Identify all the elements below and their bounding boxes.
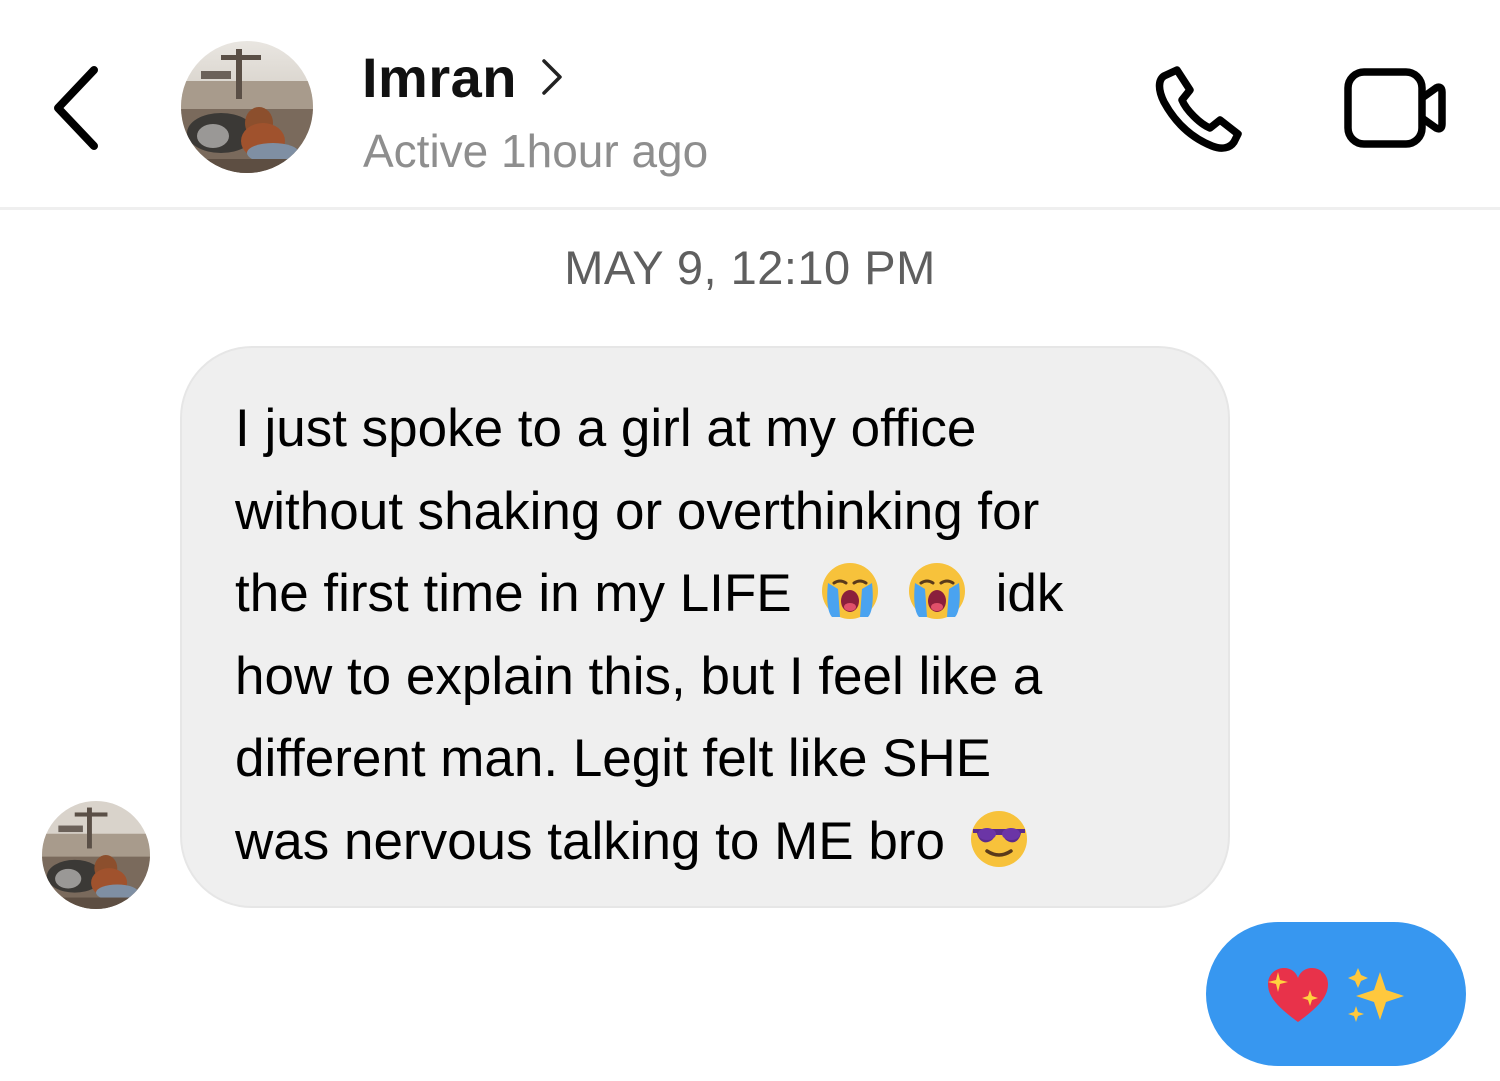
dm-conversation-screen: Imran Active 1hour ago MAY 9, 12:10 PM I… <box>0 0 1500 1081</box>
message-line: was nervous talking to ME bro <box>235 801 1215 884</box>
message-line-text: idk <box>995 564 1064 623</box>
message-line: how to explain this, but I feel like a <box>235 646 1043 706</box>
active-status: Active 1hour ago <box>363 125 709 177</box>
message-text: I just spoke to a girl at my office with… <box>235 388 1215 883</box>
smiling-face-with-sunglasses-icon <box>970 810 1027 867</box>
loudly-crying-face-icon <box>821 563 878 619</box>
video-camera-icon <box>1344 68 1446 148</box>
contact-name-link[interactable]: Imran <box>362 42 565 112</box>
loudly-crying-face-icon <box>908 563 965 619</box>
outgoing-message-bubble[interactable] <box>1206 922 1466 1066</box>
message-line-text: the first time in my LIFE <box>235 564 792 623</box>
chevron-right-icon <box>542 59 562 95</box>
back-button[interactable] <box>40 58 110 158</box>
video-call-button[interactable] <box>1340 62 1450 152</box>
sender-avatar[interactable] <box>42 801 150 909</box>
contact-avatar[interactable] <box>181 41 313 173</box>
incoming-message-bubble[interactable]: I just spoke to a girl at my office with… <box>180 346 1230 908</box>
sparkling-heart-icon <box>1268 968 1328 1022</box>
message-line: different man. Legit felt like SHE <box>235 729 992 788</box>
contact-name: Imran <box>362 45 517 109</box>
sparkles-icon <box>1348 968 1404 1022</box>
avatar-photo <box>42 801 150 909</box>
avatar-photo <box>181 41 313 173</box>
voice-call-button[interactable] <box>1150 58 1250 158</box>
chat-header: Imran Active 1hour ago <box>0 0 1500 210</box>
message-line-text: was nervous talking to ME bro <box>235 811 945 871</box>
message-line: I just spoke to a girl at my office <box>235 399 977 458</box>
message-line: without shaking or overthinking for <box>235 481 1040 541</box>
phone-icon <box>1155 66 1242 152</box>
message-line: the first time in my LIFE idk <box>235 553 1215 636</box>
chevron-left-icon <box>54 66 98 150</box>
message-timestamp: MAY 9, 12:10 PM <box>564 241 936 294</box>
